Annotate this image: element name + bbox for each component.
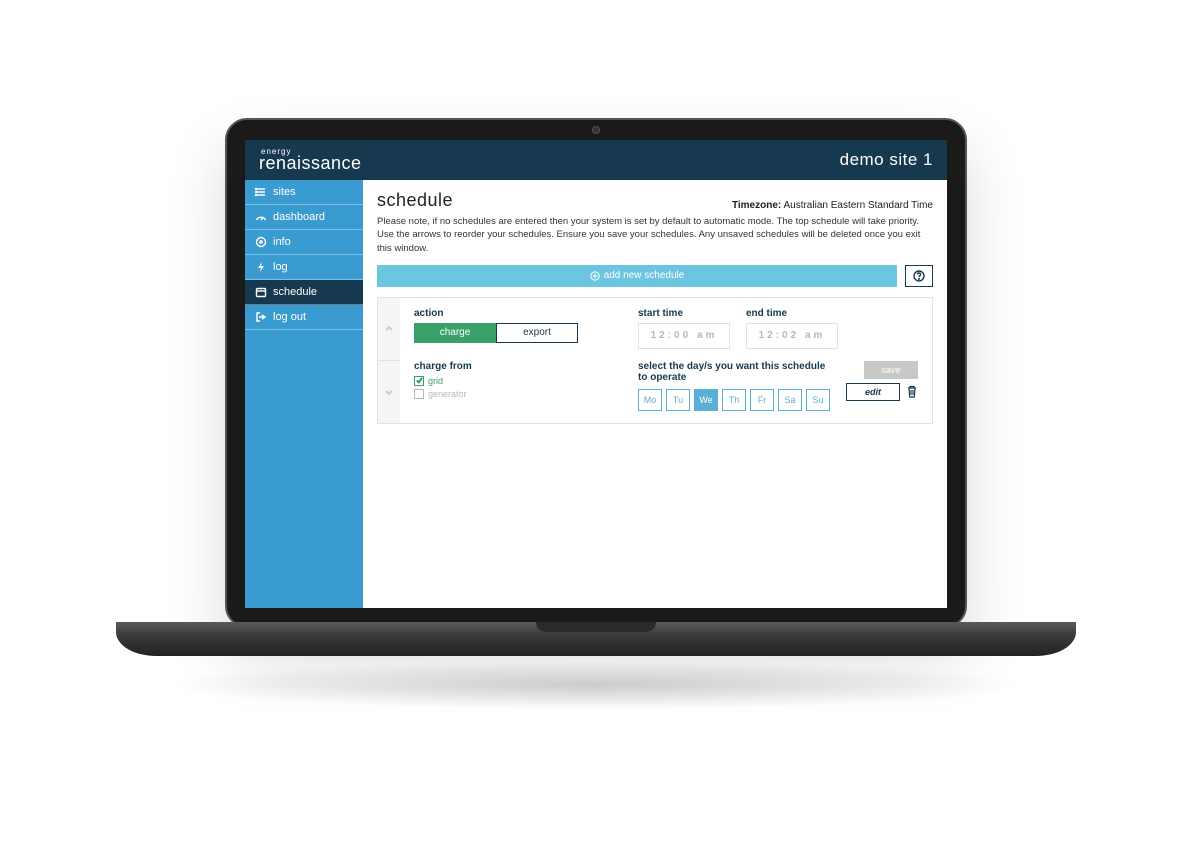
start-time-group: start time 12:00 am xyxy=(638,308,730,349)
card-row-1: action charge export start time 12:00 am xyxy=(414,308,918,349)
days-group: select the day/s you want this schedule … xyxy=(638,361,830,411)
timezone-label: Timezone: xyxy=(732,200,781,211)
action-toggle: charge export xyxy=(414,323,582,343)
days-row: Mo Tu We Th Fr Sa Su xyxy=(638,389,830,411)
sidebar-item-label: sites xyxy=(273,186,296,198)
add-schedule-button[interactable]: add new schedule xyxy=(377,265,897,287)
export-button[interactable]: export xyxy=(496,323,578,343)
calendar-icon xyxy=(255,286,267,298)
sidebar-item-log[interactable]: log xyxy=(245,255,363,280)
app-body: sites dashboard info log schedule xyxy=(245,180,947,608)
sidebar-item-sites[interactable]: sites xyxy=(245,180,363,205)
edit-button[interactable]: edit xyxy=(846,383,900,401)
logout-icon xyxy=(255,311,267,323)
day-su[interactable]: Su xyxy=(806,389,830,411)
card-actions: save edit xyxy=(846,361,918,401)
start-time-input[interactable]: 12:00 am xyxy=(638,323,730,349)
generator-label: generator xyxy=(428,389,467,399)
plus-circle-icon xyxy=(590,271,600,281)
gear-icon xyxy=(255,236,267,248)
title-row: schedule Timezone: Australian Eastern St… xyxy=(377,190,933,211)
charge-from-group: charge from grid generator xyxy=(414,361,582,402)
sidebar-item-schedule[interactable]: schedule xyxy=(245,280,363,305)
day-fr[interactable]: Fr xyxy=(750,389,774,411)
reorder-column xyxy=(378,298,400,423)
day-th[interactable]: Th xyxy=(722,389,746,411)
main-content: schedule Timezone: Australian Eastern St… xyxy=(363,180,947,608)
charge-from-options: grid generator xyxy=(414,376,582,399)
time-row: start time 12:00 am end time 12:02 am xyxy=(638,308,918,349)
sidebar-item-info[interactable]: info xyxy=(245,230,363,255)
grid-checkbox[interactable]: grid xyxy=(414,376,582,386)
sidebar-item-label: schedule xyxy=(273,286,317,298)
save-button[interactable]: save xyxy=(864,361,918,379)
checkbox-checked-icon xyxy=(414,376,424,386)
card-row-2: charge from grid generator xyxy=(414,361,918,411)
laptop-shadow xyxy=(160,660,1030,710)
site-title: demo site 1 xyxy=(840,150,933,170)
day-sa[interactable]: Sa xyxy=(778,389,802,411)
charge-from-label: charge from xyxy=(414,361,582,372)
chevron-up-icon xyxy=(385,325,393,333)
trash-icon[interactable] xyxy=(906,385,918,399)
app-header: energy renaissance demo site 1 xyxy=(245,140,947,180)
charge-button[interactable]: charge xyxy=(414,323,496,343)
laptop-frame: energy renaissance demo site 1 sites das… xyxy=(225,118,967,628)
sidebar: sites dashboard info log schedule xyxy=(245,180,363,608)
action-label: action xyxy=(414,308,582,319)
list-icon xyxy=(255,186,267,198)
sidebar-item-label: log out xyxy=(273,311,306,323)
day-tu[interactable]: Tu xyxy=(666,389,690,411)
schedule-instructions: Please note, if no schedules are entered… xyxy=(377,215,933,255)
start-time-label: start time xyxy=(638,308,730,319)
checkbox-empty-icon xyxy=(414,389,424,399)
days-instruction: select the day/s you want this schedule … xyxy=(638,361,830,383)
page-title: schedule xyxy=(377,190,453,211)
sidebar-item-label: info xyxy=(273,236,291,248)
chevron-down-icon xyxy=(385,388,393,396)
move-up-button[interactable] xyxy=(378,298,400,361)
laptop-base xyxy=(116,622,1076,656)
move-down-button[interactable] xyxy=(378,361,400,423)
schedule-card: action charge export start time 12:00 am xyxy=(377,297,933,424)
sidebar-item-label: dashboard xyxy=(273,211,325,223)
edit-row: edit xyxy=(846,383,918,401)
logo-bottom: renaissance xyxy=(259,153,362,173)
sidebar-item-logout[interactable]: log out xyxy=(245,305,363,330)
end-time-label: end time xyxy=(746,308,838,319)
add-schedule-label: add new schedule xyxy=(604,270,685,281)
day-mo[interactable]: Mo xyxy=(638,389,662,411)
add-row: add new schedule xyxy=(377,265,933,287)
sidebar-item-dashboard[interactable]: dashboard xyxy=(245,205,363,230)
help-button[interactable] xyxy=(905,265,933,287)
question-icon xyxy=(913,270,925,282)
camera-dot xyxy=(592,126,600,134)
bolt-icon xyxy=(255,261,267,273)
app-screen: energy renaissance demo site 1 sites das… xyxy=(245,140,947,608)
end-time-group: end time 12:02 am xyxy=(746,308,838,349)
timezone-value: Australian Eastern Standard Time xyxy=(783,200,933,211)
gauge-icon xyxy=(255,211,267,223)
end-time-input[interactable]: 12:02 am xyxy=(746,323,838,349)
day-we[interactable]: We xyxy=(694,389,718,411)
sidebar-item-label: log xyxy=(273,261,288,273)
action-group: action charge export xyxy=(414,308,582,349)
timezone: Timezone: Australian Eastern Standard Ti… xyxy=(732,200,933,211)
generator-checkbox[interactable]: generator xyxy=(414,389,582,399)
grid-label: grid xyxy=(428,376,443,386)
brand-logo: energy renaissance xyxy=(259,148,362,173)
card-body: action charge export start time 12:00 am xyxy=(400,298,932,423)
